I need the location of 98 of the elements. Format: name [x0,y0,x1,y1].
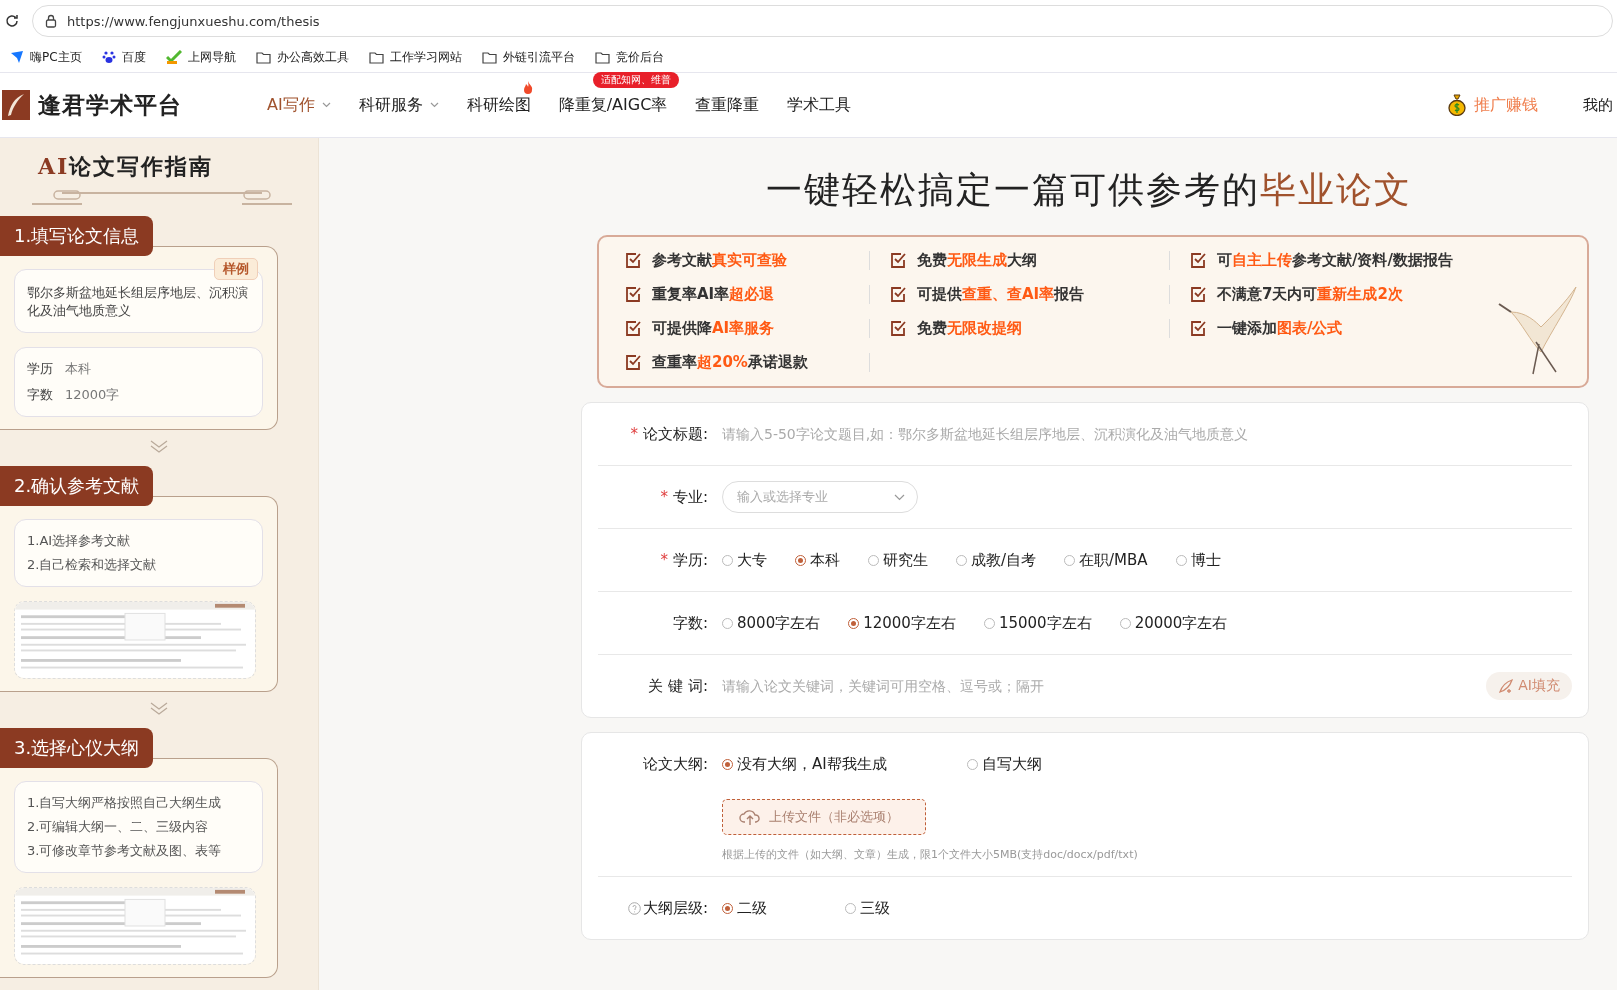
folder-icon [594,50,610,64]
bookmark[interactable]: 嗨PC主页 [10,48,82,66]
folder-icon [481,50,497,64]
nav-item[interactable]: 查重降重 [695,94,760,116]
checkbox-tick-icon [625,252,642,269]
feature-text: 可提供查重、查AI率报告 [917,285,1085,304]
nav-badge: 适配知网、维普 [592,71,679,88]
nav-item[interactable]: AI写作 [267,94,331,116]
detail-label: 学历 [27,360,53,379]
nav-item[interactable]: 降重复/AIGC率 [558,94,668,116]
paw-icon [101,50,116,64]
field-label: 关 键 词: [647,676,709,696]
field-label: 大纲层级: [598,898,722,918]
radio-option[interactable]: 自写大纲 [966,754,1042,774]
cloud-upload-icon [739,808,761,826]
help-icon [627,901,641,915]
field-label: * 专业: [659,487,709,507]
field-label: 字数: [671,613,709,633]
feature-text: 免费无限改提纲 [917,319,1022,338]
title-field[interactable]: 请输入5-50字论文题目,如：鄂尔多斯盆地延长组层序地层、沉积演化及油气地质意义 [722,420,1572,448]
double-chevron-icon [150,440,168,455]
radio-option[interactable]: 20000字左右 [1119,613,1228,633]
checkbox-tick-icon [625,320,642,337]
radio-option[interactable]: 8000字左右 [722,613,821,633]
radio-option[interactable]: 三级 [845,898,890,918]
step-line: 2.可编辑大纲一、二、三级内容 [27,818,210,837]
upload-hint: 根据上传的文件（如大纲、文章）生成，限1个文件大小5MB(支持doc/docx/pdf/txt) [722,847,1138,862]
sample-tag: 样例 [214,258,258,281]
feature-text: 不满意7天内可重新生成2次 [1217,285,1403,304]
step-line: 1.自写大纲严格按照自己大纲生成 [27,794,223,813]
account-link[interactable]: 我的 [1583,95,1613,115]
lock-icon [45,14,57,28]
step-line: 1.AI选择参考文献 [27,532,132,551]
nav-item[interactable]: 科研绘图 [466,94,531,116]
field-label: * 学历: [659,550,709,570]
nav-item[interactable]: 学术工具 [787,94,852,116]
arrow-logo-icon [10,50,24,64]
bookmark[interactable]: 工作学习网站 [368,48,462,66]
pen-sparkle-icon [1498,678,1515,694]
guide-title: AI论文写作指南 [36,152,214,181]
checkbox-tick-icon [1190,320,1207,337]
sample-title: 鄂尔多斯盆地延长组层序地层、沉积演化及油气地质意义 [27,285,248,319]
field-label: * 论文标题: [629,424,709,444]
step-title: 2.确认参考文献 [0,466,154,507]
field-label: 论文大纲: [641,754,709,774]
detail-value: 12000字 [65,386,120,405]
feature-text: 免费无限生成大纲 [917,251,1037,270]
bookmark[interactable]: 竞价后台 [594,48,664,66]
detail-label: 字数 [27,386,53,405]
radio-option[interactable]: 研究生 [868,550,928,570]
double-chevron-icon [150,702,168,717]
radio-option[interactable]: 12000字左右 [848,613,956,633]
step-line: 3.可修改章节参考文献及图、表等 [27,842,223,861]
chevron-down-icon [894,493,905,501]
headline: 一键轻松搞定一篇可供参考的毕业论文 [766,168,1412,212]
detail-value: 本科 [65,360,91,379]
checkbox-tick-icon [1190,252,1207,269]
radio-option[interactable]: 二级 [722,898,767,918]
bookmark[interactable]: 办公高效工具 [255,48,349,66]
checkbox-tick-icon [890,320,907,337]
money-bag-icon [1448,94,1466,116]
radio-option[interactable]: 本科 [795,550,840,570]
radio-option[interactable]: 在职/MBA [1064,550,1148,570]
feature-text: 查重率超20%承诺退款 [652,353,808,372]
step-title: 3.选择心仪大纲 [0,728,154,769]
checkbox-tick-icon [1190,286,1207,303]
bookmark[interactable]: 上网导航 [165,48,236,66]
radio-option[interactable]: 大专 [722,550,767,570]
check-logo-icon [165,50,182,64]
step-title: 1.填写论文信息 [0,216,154,256]
checkbox-tick-icon [625,354,642,371]
checkbox-tick-icon [890,286,907,303]
folder-icon [368,50,384,64]
required-mark: * [630,425,638,443]
site-name[interactable]: 逢君学术平台 [38,89,182,121]
radio-option[interactable]: 成教/自考 [956,550,1037,570]
checkbox-tick-icon [890,252,907,269]
nav-item[interactable]: 科研服务 [358,94,439,116]
checkbox-tick-icon [625,286,642,303]
reload-icon[interactable] [4,13,20,29]
required-mark: * [660,551,668,569]
keywords-field[interactable]: 请输入论文关键词，关键词可用空格、逗号或；隔开 [722,672,1487,700]
folder-icon [255,50,271,64]
feature-text: 可提供降AI率服务 [652,319,775,338]
radio-option[interactable]: 博士 [1175,550,1221,570]
chevron-down-icon [429,102,439,108]
feature-text: 重复率AI率超必退 [652,285,775,304]
quill-logo-icon[interactable] [2,90,30,120]
required-mark: * [660,488,668,506]
chevron-down-icon [321,102,331,108]
feature-text: 一键添加图表/公式 [1217,319,1343,338]
bookmark[interactable]: 百度 [101,48,146,66]
radio-option[interactable]: 15000字左右 [983,613,1092,633]
feature-text: 参考文献真实可查验 [652,251,787,270]
feature-text: 可自主上传参考文献/资料/数据报告 [1217,251,1453,270]
radio-option[interactable]: 没有大纲，AI帮我生成 [722,754,887,774]
bookmark[interactable]: 外链引流平台 [481,48,575,66]
step-line: 2.自己检索和选择文献 [27,556,158,575]
